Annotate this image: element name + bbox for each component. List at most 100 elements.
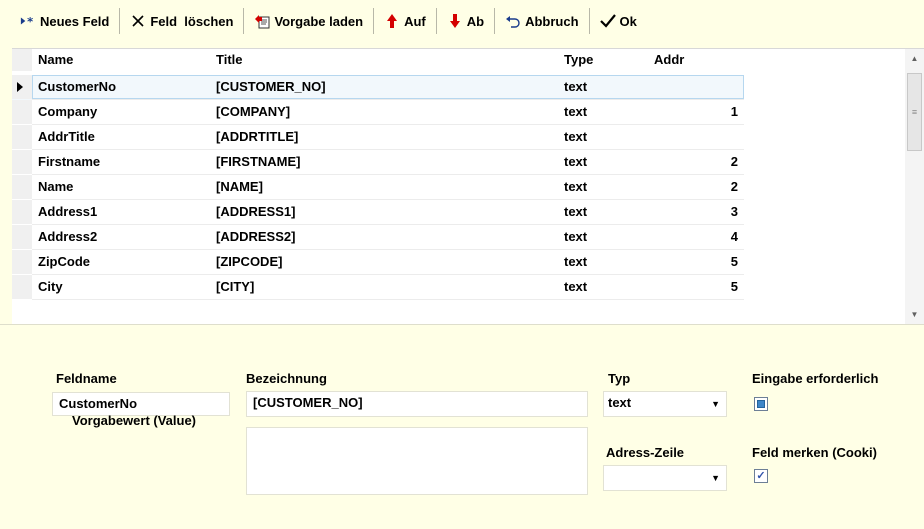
cell-addr[interactable]: 4 [654,225,744,249]
address-line-select[interactable]: ▼ [603,465,727,491]
remember-field-checkbox[interactable]: ✓ [754,469,768,483]
cell-title[interactable]: [ZIPCODE] [216,250,556,274]
grid-vertical-scrollbar[interactable]: ▲ ≡ ▼ [905,49,924,325]
load-document-icon [254,13,270,29]
toolbar-separator [588,8,590,34]
move-down-button[interactable]: Ab [439,6,492,36]
scroll-up-icon[interactable]: ▲ [905,49,924,67]
cell-title[interactable]: [CUSTOMER_NO] [216,75,556,99]
typ-select-value: text [608,395,632,410]
table-row[interactable]: Name [NAME] text 2 [12,175,744,200]
row-header[interactable] [12,200,32,224]
cell-name[interactable]: Firstname [38,150,208,174]
ok-button[interactable]: Ok [592,6,645,36]
toolbar-separator [373,8,375,34]
column-header-name[interactable]: Name [38,49,208,71]
cell-name[interactable]: Company [38,100,208,124]
row-header[interactable] [12,100,32,124]
bezeichnung-input[interactable]: [CUSTOMER_NO] [246,391,588,417]
cell-title[interactable]: [COMPANY] [216,100,556,124]
cell-addr[interactable] [654,125,744,149]
table-row[interactable]: Address1 [ADDRESS1] text 3 [12,200,744,225]
new-field-label: Neues Feld [40,13,110,29]
typ-label: Typ [608,371,631,386]
cell-addr[interactable]: 1 [654,100,744,124]
move-down-label: Ab [466,13,485,29]
cell-title[interactable]: [ADDRTITLE] [216,125,556,149]
arrow-down-icon [447,13,463,29]
table-row[interactable]: Firstname [FIRSTNAME] text 2 [12,150,744,175]
load-default-button[interactable]: Vorgabe laden [246,6,371,36]
default-value-textarea[interactable] [246,427,588,495]
table-row[interactable]: CustomerNo [CUSTOMER_NO] text [12,75,744,100]
toolbar-separator [494,8,496,34]
cell-name[interactable]: City [38,275,208,299]
ok-label: Ok [619,13,637,29]
cell-name[interactable]: CustomerNo [38,75,208,99]
cell-name[interactable]: Address1 [38,200,208,224]
cell-title[interactable]: [FIRSTNAME] [216,150,556,174]
cell-type[interactable]: text [564,125,644,149]
cell-addr[interactable]: 2 [654,150,744,174]
required-checkbox[interactable] [754,397,768,411]
cell-name[interactable]: ZipCode [38,250,208,274]
undo-icon [505,13,521,29]
cell-name[interactable]: AddrTitle [38,125,208,149]
grid-header-row: Name Title Type Addr [12,49,744,71]
cell-name[interactable]: Address2 [38,225,208,249]
scroll-thumb[interactable]: ≡ [907,73,922,151]
chevron-down-icon: ▼ [711,473,720,483]
cell-type[interactable]: text [564,200,644,224]
cell-title[interactable]: [ADDRESS2] [216,225,556,249]
table-row[interactable]: Company [COMPANY] text 1 [12,100,744,125]
fieldname-label: Feldname [56,371,117,386]
cell-name[interactable]: Name [38,175,208,199]
cell-addr[interactable]: 5 [654,250,744,274]
cell-type[interactable]: text [564,100,644,124]
cell-type[interactable]: text [564,75,644,99]
table-row[interactable]: Address2 [ADDRESS2] text 4 [12,225,744,250]
column-header-addr[interactable]: Addr [654,49,744,71]
required-label: Eingabe erforderlich [752,371,879,386]
cell-addr[interactable] [654,75,744,99]
cell-type[interactable]: text [564,150,644,174]
toolbar: * Neues Feld Feld löschen Vorgabe laden … [0,0,924,42]
table-row[interactable]: ZipCode [ZIPCODE] text 5 [12,250,744,275]
row-header[interactable] [12,250,32,274]
column-header-title[interactable]: Title [216,49,556,71]
typ-select[interactable]: text ▼ [603,391,727,417]
cancel-button[interactable]: Abbruch [497,6,586,36]
column-header-type[interactable]: Type [564,49,644,71]
table-row[interactable]: AddrTitle [ADDRTITLE] text [12,125,744,150]
cell-type[interactable]: text [564,225,644,249]
cell-addr[interactable]: 5 [654,275,744,299]
cell-title[interactable]: [NAME] [216,175,556,199]
row-header[interactable] [12,75,32,99]
row-header[interactable] [12,125,32,149]
cell-type[interactable]: text [564,175,644,199]
cell-title[interactable]: [CITY] [216,275,556,299]
new-field-button[interactable]: * Neues Feld [12,6,117,36]
field-edit-form: Feldname CustomerNo Bezeichnung [CUSTOME… [0,324,924,529]
cell-addr[interactable]: 3 [654,200,744,224]
delete-field-button[interactable]: Feld löschen [122,6,241,36]
cell-type[interactable]: text [564,250,644,274]
move-up-button[interactable]: Auf [376,6,434,36]
cell-type[interactable]: text [564,275,644,299]
toolbar-separator [435,8,437,34]
bezeichnung-label: Bezeichnung [246,371,327,386]
toolbar-separator [243,8,245,34]
cell-addr[interactable]: 2 [654,175,744,199]
table-row[interactable]: City [CITY] text 5 [12,275,744,300]
row-header[interactable] [12,175,32,199]
delete-x-icon [130,13,146,29]
scroll-down-icon[interactable]: ▼ [905,305,924,323]
row-header[interactable] [12,275,32,299]
load-default-label: Vorgabe laden [274,13,364,29]
new-field-icon: * [20,13,36,29]
cell-title[interactable]: [ADDRESS1] [216,200,556,224]
row-header[interactable] [12,150,32,174]
row-header[interactable] [12,225,32,249]
move-up-label: Auf [404,13,426,29]
default-value-label: Vorgabewert (Value) [72,413,197,428]
